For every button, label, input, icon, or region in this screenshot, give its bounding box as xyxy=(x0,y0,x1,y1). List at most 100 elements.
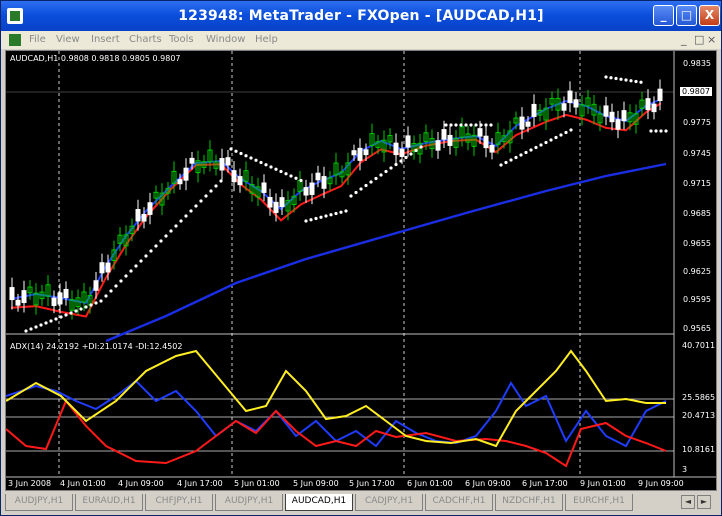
candle-body xyxy=(141,213,147,222)
adx-scale-label: 3 xyxy=(682,465,688,474)
candle-body xyxy=(615,119,621,130)
adx-scale-label: 40.7011 xyxy=(682,341,716,350)
parabolic-sar-dot xyxy=(529,148,533,152)
parabolic-sar-dot xyxy=(624,78,628,82)
parabolic-sar-dot xyxy=(389,166,393,170)
parabolic-sar-dot xyxy=(324,214,328,218)
candle-body xyxy=(9,287,15,301)
parabolic-sar-dot xyxy=(154,244,158,248)
parabolic-sar-dot xyxy=(84,305,88,309)
candle-body xyxy=(441,129,447,140)
candle-body xyxy=(651,103,657,113)
parabolic-sar-dot xyxy=(209,189,213,193)
candle-body xyxy=(261,182,267,193)
chart-tab[interactable]: AUDJPY,H1 xyxy=(215,494,283,511)
parabolic-sar-dot xyxy=(549,138,553,142)
price-label: 0.9775 xyxy=(683,118,711,127)
price-label: 0.9835 xyxy=(683,59,711,68)
parabolic-sar-dot xyxy=(409,152,413,156)
slow-moving-average-line xyxy=(10,102,662,318)
parabolic-sar-dot xyxy=(374,176,378,181)
menu-charts[interactable]: Charts xyxy=(129,34,162,45)
parabolic-sar-dot xyxy=(639,80,643,84)
parabolic-sar-dot xyxy=(69,311,73,315)
candle-body xyxy=(147,202,153,215)
parabolic-sar-dot xyxy=(539,143,543,147)
title-bar[interactable]: 123948: MetaTrader - FXOpen - [AUDCAD,H1… xyxy=(1,1,721,31)
parabolic-sar-dot xyxy=(444,123,448,127)
parabolic-sar-dot xyxy=(49,319,53,323)
candle-body xyxy=(609,111,615,123)
chart-tab[interactable]: CADJPY,H1 xyxy=(355,494,423,511)
candle-body xyxy=(135,209,141,222)
parabolic-sar-dot xyxy=(184,214,188,218)
candle-body xyxy=(57,292,63,305)
minus-di-line xyxy=(6,399,667,468)
parabolic-sar-dot xyxy=(449,123,453,127)
chart-tab[interactable]: NZDCHF,H1 xyxy=(495,494,563,511)
adx-scale-label: 10.8161 xyxy=(682,445,716,454)
parabolic-sar-dot xyxy=(39,323,43,327)
candle-body xyxy=(357,147,363,161)
parabolic-sar-dot xyxy=(329,213,333,217)
chart-tab[interactable]: CADCHF,H1 xyxy=(425,494,493,511)
chart-tab[interactable]: AUDJPY,H1 xyxy=(5,494,73,511)
parabolic-sar-dot xyxy=(369,180,373,184)
parabolic-sar-dot xyxy=(649,129,653,133)
parabolic-sar-dot xyxy=(139,259,143,263)
parabolic-sar-dot xyxy=(214,184,218,188)
parabolic-sar-dot xyxy=(354,190,358,195)
candle-body xyxy=(237,176,243,186)
menu-window[interactable]: Window xyxy=(206,34,245,45)
chart-tabs: AUDJPY,H1 EURAUD,H1 CHFJPY,H1 AUDJPY,H1 … xyxy=(5,493,717,513)
candle-body xyxy=(105,262,111,273)
candle-body xyxy=(393,142,399,156)
parabolic-sar-dot xyxy=(89,303,93,307)
candle-body xyxy=(525,121,531,127)
parabolic-sar-dot xyxy=(559,133,563,137)
price-label: 0.9595 xyxy=(683,295,711,304)
candle-body xyxy=(645,98,651,111)
price-label: 0.9715 xyxy=(683,179,711,188)
menu-view[interactable]: View xyxy=(56,34,80,45)
menu-tools[interactable]: Tools xyxy=(169,34,194,45)
mdi-minimize-button[interactable]: _ xyxy=(681,33,687,46)
candle-body xyxy=(447,134,453,146)
time-label: 4 Jun 09:00 xyxy=(118,479,164,488)
parabolic-sar-dot xyxy=(404,155,408,160)
price-chart[interactable]: AUDCAD,H1 0.9808 0.9818 0.9805 0.9807 AD… xyxy=(5,50,717,491)
parabolic-sar-dot xyxy=(129,269,133,273)
chart-tab[interactable]: EURCHF,H1 xyxy=(565,494,633,511)
mdi-close-button[interactable]: × xyxy=(707,33,716,46)
candle-body xyxy=(399,148,405,157)
mdi-restore-button[interactable]: □ xyxy=(694,33,704,46)
chart-window-icon[interactable] xyxy=(9,34,21,46)
parabolic-sar-dot xyxy=(454,123,458,127)
tab-scroll-left-icon[interactable]: ◄ xyxy=(681,495,695,509)
parabolic-sar-dot xyxy=(469,123,473,127)
candle-body xyxy=(177,179,183,185)
candle-body xyxy=(621,110,627,122)
parabolic-sar-dot xyxy=(259,160,263,165)
parabolic-sar-dot xyxy=(604,75,608,79)
candle-body xyxy=(405,135,411,148)
tab-scroll-right-icon[interactable]: ► xyxy=(697,495,711,509)
parabolic-sar-dot xyxy=(534,145,538,150)
parabolic-sar-dot xyxy=(79,307,83,311)
close-button[interactable]: X xyxy=(699,5,720,26)
candle-body xyxy=(219,158,225,171)
menu-help[interactable]: Help xyxy=(255,34,278,45)
candle-body xyxy=(93,280,99,291)
parabolic-sar-dot xyxy=(514,155,518,160)
chart-tab[interactable]: EURAUD,H1 xyxy=(75,494,143,511)
menu-file[interactable]: File xyxy=(29,34,46,45)
chart-tab-active[interactable]: AUDCAD,H1 xyxy=(285,494,353,511)
parabolic-sar-dot xyxy=(634,79,638,84)
menu-insert[interactable]: Insert xyxy=(91,34,120,45)
chart-tab[interactable]: CHFJPY,H1 xyxy=(145,494,213,511)
minimize-button[interactable]: _ xyxy=(653,5,674,26)
maximize-button[interactable]: □ xyxy=(676,5,697,26)
time-label: 4 Jun 01:00 xyxy=(60,479,106,488)
parabolic-sar-dot xyxy=(364,183,368,188)
parabolic-sar-dot xyxy=(614,76,618,81)
